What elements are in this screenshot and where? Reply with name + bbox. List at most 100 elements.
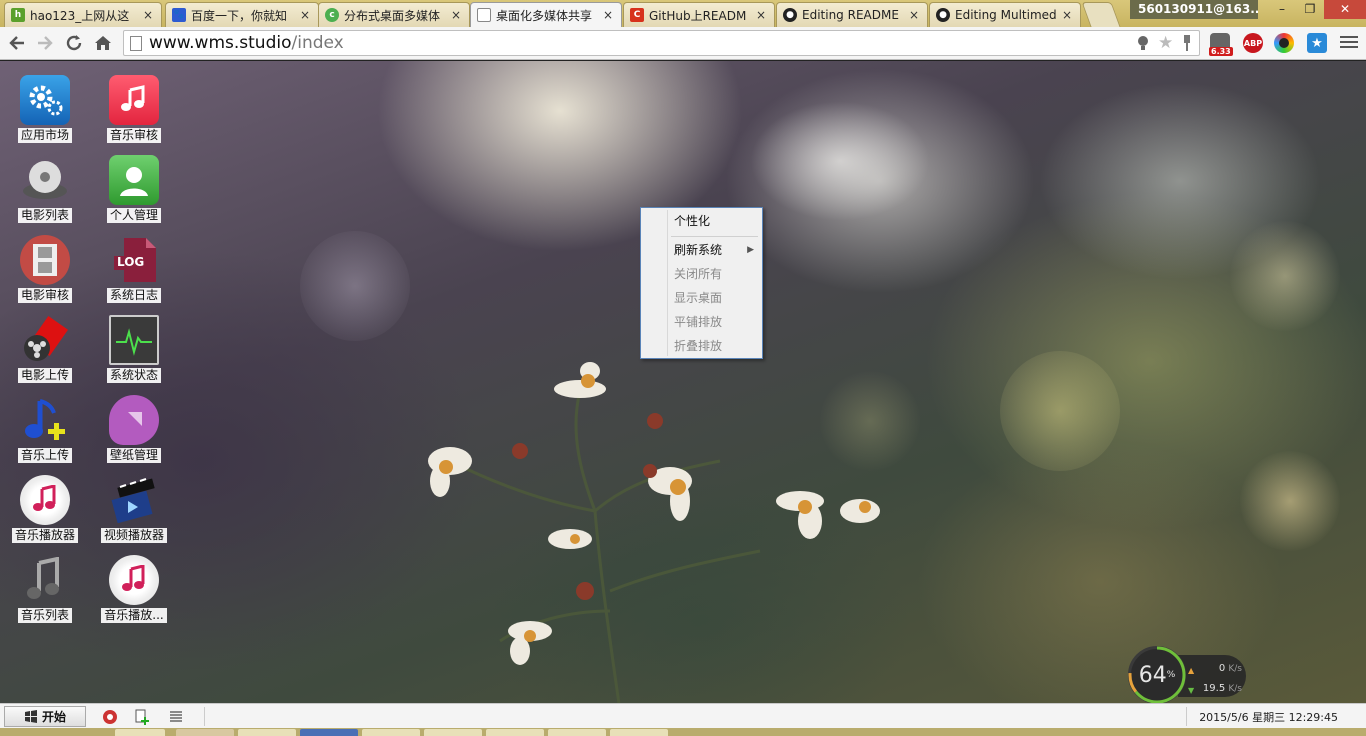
os-taskbar-button[interactable]	[300, 729, 358, 736]
tab-close-icon[interactable]: ×	[298, 8, 312, 22]
hao123-icon: h	[11, 8, 25, 22]
quick-launch-add-icon[interactable]	[130, 707, 154, 727]
tab-close-icon[interactable]: ×	[141, 8, 155, 22]
menu-icon[interactable]	[1340, 33, 1358, 51]
desktop-icon-system-log[interactable]: LOG 系统日志	[97, 235, 171, 315]
menu-item-refresh-system[interactable]: 刷新系统 ▶	[643, 238, 760, 262]
desktop-icon-label: 电影列表	[17, 208, 72, 223]
browser-toolbar: www.wms.studio/index ★ 6.33 ABP ★	[0, 27, 1366, 60]
bookmark-star-icon[interactable]: ★	[1158, 33, 1173, 53]
network-monitor-widget[interactable]: 64% ▲ 0 K/s ▼ 19.5 K/s	[1128, 646, 1248, 703]
gear-icon	[20, 75, 70, 125]
desktop-icon-music-review[interactable]: 音乐审核	[97, 75, 171, 155]
tab-close-icon[interactable]: ×	[449, 8, 463, 22]
lightbulb-icon[interactable]	[1136, 35, 1150, 55]
desktop-icon-video-player[interactable]: 视频播放器	[97, 475, 171, 555]
menu-item-label: 刷新系统	[674, 243, 723, 257]
os-taskbar-button[interactable]	[238, 729, 296, 736]
flowers-illustration	[428, 362, 880, 703]
menu-item-cascade-arrange[interactable]: 折叠排放	[643, 334, 760, 358]
os-taskbar-button[interactable]	[486, 729, 544, 736]
account-name[interactable]: 560130911@163....	[1130, 0, 1258, 19]
menu-item-close-all[interactable]: 关闭所有	[643, 262, 760, 286]
menu-item-tile-arrange[interactable]: 平铺排放	[643, 310, 760, 334]
tab-desktop-media-share[interactable]: 桌面化多媒体共享 ×	[470, 2, 622, 27]
log-label: LOG	[117, 255, 145, 269]
menu-separator	[671, 236, 758, 237]
os-taskbar-button[interactable]	[362, 729, 420, 736]
upload-rate-value: 0	[1218, 663, 1226, 674]
desktop-icon-app-market[interactable]: 应用市场	[8, 75, 82, 155]
wallpaper-icon	[109, 395, 159, 445]
tab-csdn-github-readme[interactable]: C GitHub上READM ×	[623, 2, 775, 27]
os-taskbar-button[interactable]	[424, 729, 482, 736]
tab-baidu[interactable]: 🐾 百度一下，你就知 ×	[165, 2, 319, 27]
desktop-icon-label: 音乐播放器	[11, 528, 78, 543]
tab-distributed-desktop[interactable]: c 分布式桌面多媒体 ×	[318, 2, 470, 27]
pin-icon[interactable]	[1182, 35, 1192, 55]
desktop-icon-music-list[interactable]: 音乐列表	[8, 555, 82, 635]
home-icon[interactable]	[92, 32, 114, 54]
desktop-icon-music-upload[interactable]: 音乐上传	[8, 395, 82, 475]
desktop-icon-label: 音乐审核	[106, 128, 161, 143]
tab-close-icon[interactable]: ×	[601, 8, 615, 22]
bokeh-light	[1000, 351, 1120, 471]
extension-badge: 6.33	[1209, 47, 1233, 56]
web-desktop[interactable]: 应用市场 电影列表 电影审核 电影上传 音乐上传 音乐播放器 音乐列表 音乐审核…	[0, 61, 1366, 703]
os-taskbar	[0, 728, 1366, 736]
desktop-icon-label: 系统状态	[106, 368, 161, 383]
url-host: www.wms.studio	[149, 33, 292, 53]
desktop-icon-label: 系统日志	[106, 288, 161, 303]
tab-title: hao123_上网从这	[30, 8, 130, 23]
tab-close-icon[interactable]: ×	[907, 8, 921, 22]
start-button[interactable]: 开始	[4, 706, 86, 727]
chrome-store-icon: c	[325, 8, 339, 22]
tab-close-icon[interactable]: ×	[754, 8, 768, 22]
quick-launch-chrome-icon[interactable]	[98, 707, 122, 727]
os-taskbar-button[interactable]	[610, 729, 668, 736]
minimize-button[interactable]: –	[1268, 0, 1296, 19]
tab-editing-readme[interactable]: ● Editing README ×	[776, 2, 928, 27]
baidu-paw-icon: 🐾	[172, 8, 186, 22]
address-bar[interactable]: www.wms.studio/index ★	[123, 30, 1200, 56]
os-taskbar-button[interactable]	[115, 729, 165, 736]
menu-item-personalize[interactable]: 个性化	[643, 209, 760, 233]
cpu-gauge-arc	[1128, 646, 1186, 703]
back-arrow-icon[interactable]	[6, 32, 28, 54]
os-taskbar-button[interactable]	[548, 729, 606, 736]
tab-hao123[interactable]: h hao123_上网从这 ×	[4, 2, 162, 27]
film-reel-icon	[20, 315, 70, 365]
desktop-icon-movie-upload[interactable]: 电影上传	[8, 315, 82, 395]
tab-close-icon[interactable]: ×	[1060, 8, 1074, 22]
desktop-icon-wallpaper-management[interactable]: 壁纸管理	[97, 395, 171, 475]
speed-dial-extension-icon[interactable]: 6.33	[1209, 33, 1233, 56]
desktop-icon-personal-management[interactable]: 个人管理	[97, 155, 171, 235]
menu-item-label: 折叠排放	[674, 339, 723, 353]
desktop-icon-music-player-2[interactable]: 音乐播放...	[97, 555, 171, 635]
tab-title: 百度一下，你就知	[191, 8, 288, 23]
taskbar-divider	[1186, 707, 1187, 726]
quick-launch-list-icon[interactable]	[164, 707, 188, 727]
close-window-button[interactable]: ✕	[1324, 0, 1366, 19]
desktop-icon-movie-list[interactable]: 电影列表	[8, 155, 82, 235]
maximize-button[interactable]: ❐	[1296, 0, 1324, 19]
desktop-icon-label: 电影审核	[17, 288, 72, 303]
context-menu: 个性化 刷新系统 ▶ 关闭所有 显示桌面 平铺排放 折叠排放	[640, 207, 763, 359]
bokeh-light	[1230, 221, 1340, 331]
heartbeat-monitor-icon	[109, 315, 159, 365]
os-taskbar-button[interactable]	[176, 729, 234, 736]
color-wheel-extension-icon[interactable]	[1274, 33, 1294, 53]
desktop-icon-label: 壁纸管理	[106, 448, 161, 463]
menu-item-show-desktop[interactable]: 显示桌面	[643, 286, 760, 310]
new-tab-button[interactable]	[1081, 2, 1121, 27]
desktop-icon-movie-review[interactable]: 电影审核	[8, 235, 82, 315]
forward-arrow-icon[interactable]	[34, 32, 56, 54]
menu-item-label: 平铺排放	[674, 315, 723, 329]
adblock-plus-icon[interactable]: ABP	[1243, 33, 1263, 53]
desktop-icon-label: 视频播放器	[100, 528, 167, 543]
tab-editing-multimedia[interactable]: ● Editing Multimed ×	[929, 2, 1081, 27]
reload-icon[interactable]	[63, 32, 85, 54]
desktop-icon-system-status[interactable]: 系统状态	[97, 315, 171, 395]
desktop-icon-music-player[interactable]: 音乐播放器	[8, 475, 82, 555]
star-extension-icon[interactable]: ★	[1307, 33, 1327, 53]
